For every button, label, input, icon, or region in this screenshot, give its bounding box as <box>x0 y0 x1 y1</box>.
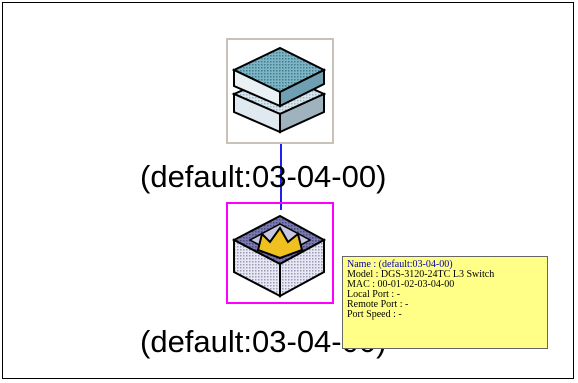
device-node-bottom[interactable] <box>226 202 334 304</box>
layer3-switch-crown-icon <box>231 214 327 298</box>
device-node-top[interactable] <box>226 38 334 144</box>
tooltip-port-speed: Port Speed : - <box>347 309 402 320</box>
layer2-switch-stack-icon <box>231 46 327 134</box>
device-label-top: (default:03-04-00) <box>140 159 387 194</box>
device-info-tooltip: Name : (default:03-04-00) Model : DGS-31… <box>342 256 548 349</box>
